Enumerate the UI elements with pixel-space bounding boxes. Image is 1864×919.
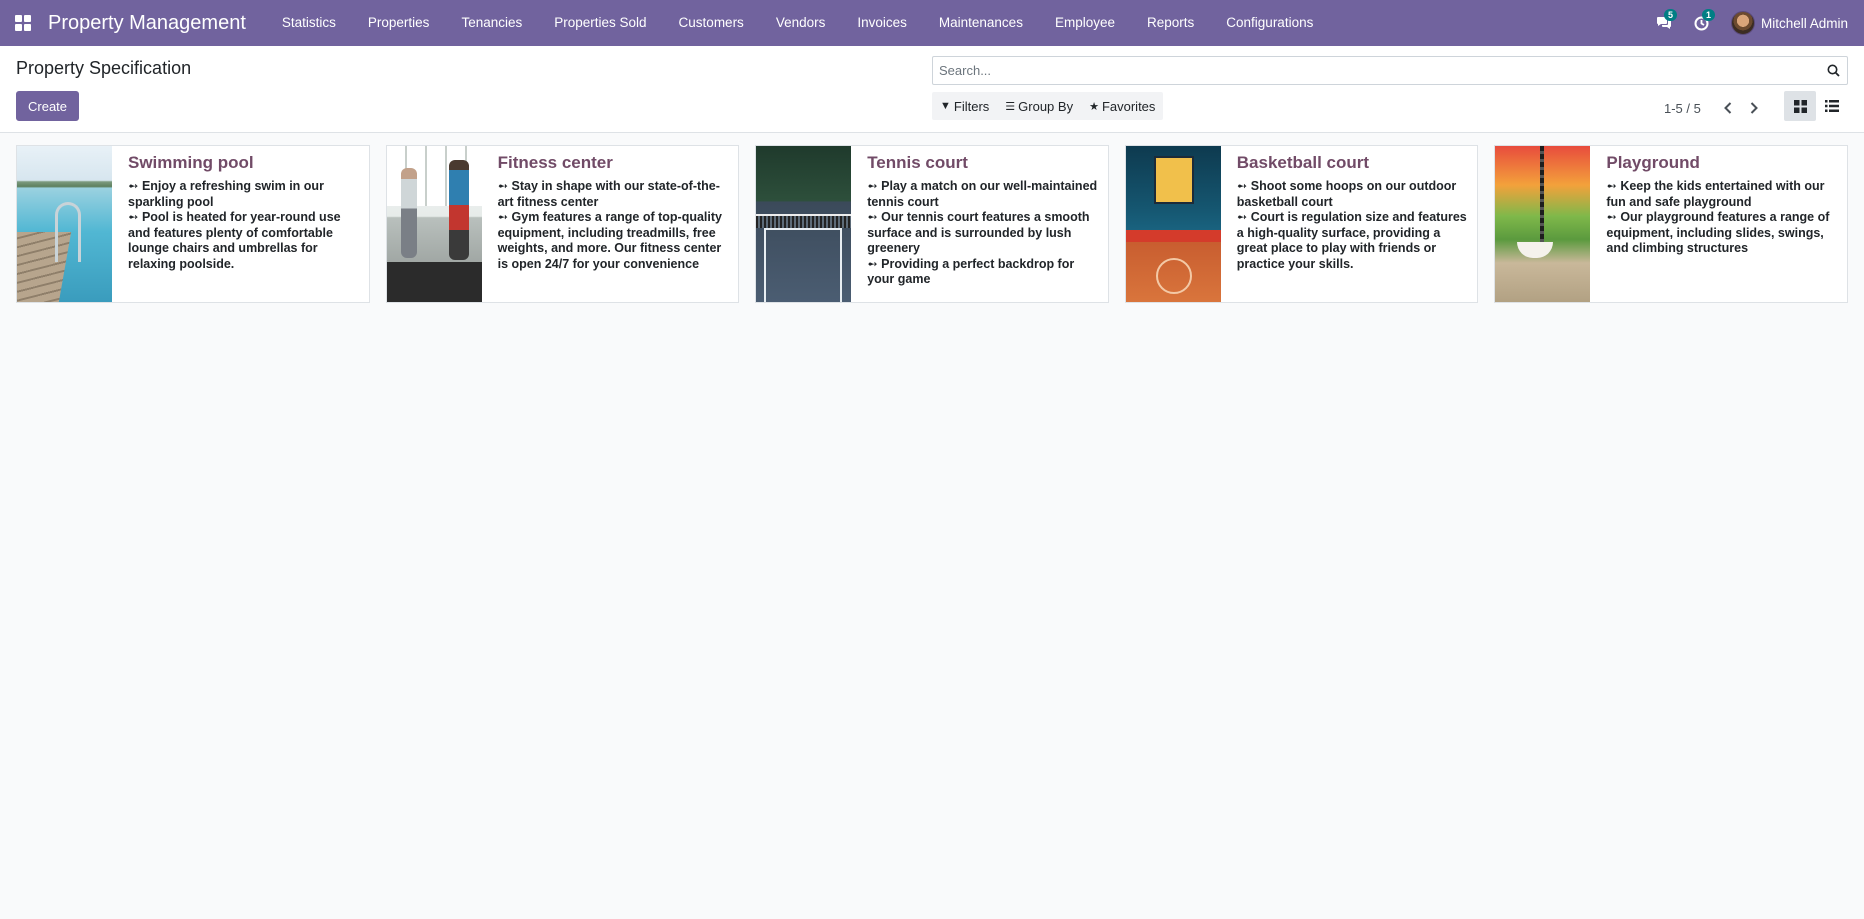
menu-item-employee[interactable]: Employee [1039,0,1131,46]
systray: 5 1 Mitchell Admin [1645,0,1848,46]
card-body: Tennis court ➻ Play a match on our well-… [851,146,1108,302]
main-menu: Statistics Properties Tenancies Properti… [266,0,1329,46]
kanban-card-basketball-court[interactable]: Basketball court ➻ Shoot some hoops on o… [1124,145,1479,303]
card-description-line: ➻ Court is regulation size and features … [1236,210,1467,271]
pager: 1-5 / 5 [1664,98,1767,118]
pager-value[interactable]: 1-5 / 5 [1664,101,1701,116]
card-description-line: ➻ Enjoy a refreshing swim in our sparkli… [128,179,324,209]
card-title: Fitness center [497,153,613,172]
search-icon[interactable] [1819,57,1847,84]
user-menu[interactable]: Mitchell Admin [1730,11,1848,35]
pager-next-button[interactable] [1741,98,1767,118]
favorites-button[interactable]: ★ Favorites [1081,92,1163,120]
card-description-line: ➻ Gym features a range of top-quality eq… [497,210,722,271]
card-description-line: ➻ Providing a perfect backdrop for your … [867,256,1075,287]
kanban-card-swimming-pool[interactable]: Swimming pool ➻ Enjoy a refreshing swim … [16,145,370,303]
user-name: Mitchell Admin [1760,15,1848,31]
card-body: Swimming pool ➻ Enjoy a refreshing swim … [112,146,369,302]
card-description-line: ➻ Keep the kids entertained with our fun… [1606,179,1825,209]
group-by-button[interactable]: ☰ Group By [997,92,1081,120]
filters-button[interactable]: ▼ Filters [932,92,997,120]
card-body: Fitness center ➻ Stay in shape with our … [482,146,739,302]
kanban-card-fitness-center[interactable]: Fitness center ➻ Stay in shape with our … [385,145,740,303]
menu-item-properties-sold[interactable]: Properties Sold [538,0,662,46]
menu-item-reports[interactable]: Reports [1131,0,1210,46]
tennis-court-image [756,146,852,302]
card-description-line: ➻ Play a match on our well-maintained te… [867,179,1098,209]
favorites-label: Favorites [1101,98,1156,114]
pager-previous-button[interactable] [1715,98,1741,118]
kanban-grid-icon [1793,99,1807,113]
list-view-button[interactable] [1816,91,1848,121]
search-options: ▼ Filters ☰ Group By ★ Favorites [932,92,1164,120]
menu-item-invoices[interactable]: Invoices [841,0,923,46]
chevron-left-icon [1723,102,1732,114]
create-button[interactable]: Create [16,91,80,121]
menu-item-vendors[interactable]: Vendors [760,0,842,46]
card-title: Basketball court [1236,153,1370,172]
menu-item-maintenances[interactable]: Maintenances [923,0,1039,46]
filter-icon: ▼ [940,100,951,112]
kanban-view: Swimming pool ➻ Enjoy a refreshing swim … [0,133,1864,303]
menu-item-customers[interactable]: Customers [663,0,760,46]
control-panel: Property Specification Create ▼ Filters … [0,46,1864,133]
basketball-court-image [1125,146,1221,302]
top-navbar: Property Management Statistics Propertie… [0,0,1864,46]
avatar [1730,11,1755,35]
activities-count-badge: 1 [1701,9,1715,21]
menu-item-statistics[interactable]: Statistics [266,0,352,46]
apps-menu-icon[interactable] [0,0,46,46]
card-title: Tennis court [867,153,968,172]
list-icon [1825,100,1839,112]
menu-item-properties[interactable]: Properties [352,0,446,46]
card-title: Swimming pool [128,153,254,172]
bars-icon: ☰ [1005,100,1016,113]
card-title: Playground [1606,153,1700,172]
card-description-line: ➻ Our tennis court features a smooth sur… [867,210,1090,255]
messages-count-badge: 5 [1663,9,1677,21]
activities-button[interactable]: 1 [1683,0,1721,46]
card-description-line: ➻ Stay in shape with our state-of-the-ar… [497,179,720,209]
playground-image [1495,146,1591,302]
view-switcher [1784,91,1848,121]
kanban-view-button[interactable] [1784,91,1816,121]
card-body: Basketball court ➻ Shoot some hoops on o… [1221,146,1478,302]
chevron-right-icon [1750,102,1758,114]
fitness-center-image [386,146,482,302]
swimming-pool-image [17,146,112,302]
card-description-line: ➻ Our playground features a range of equ… [1606,210,1830,255]
card-description-line: ➻ Pool is heated for year-round use and … [128,210,341,271]
page-title: Property Specification [16,58,192,78]
menu-item-tenancies[interactable]: Tenancies [445,0,538,46]
search-box [932,56,1848,85]
group-by-label: Group By [1018,98,1074,114]
search-input[interactable] [933,57,1819,84]
filters-label: Filters [953,98,990,114]
app-brand[interactable]: Property Management [48,12,246,35]
messages-button[interactable]: 5 [1645,0,1683,46]
kanban-card-tennis-court[interactable]: Tennis court ➻ Play a match on our well-… [755,145,1109,303]
menu-item-configurations[interactable]: Configurations [1210,0,1329,46]
card-description-line: ➻ Shoot some hoops on our outdoor basket… [1236,179,1457,209]
kanban-card-playground[interactable]: Playground ➻ Keep the kids entertained w… [1494,145,1848,303]
card-body: Playground ➻ Keep the kids entertained w… [1590,146,1847,302]
star-icon: ★ [1089,100,1099,113]
